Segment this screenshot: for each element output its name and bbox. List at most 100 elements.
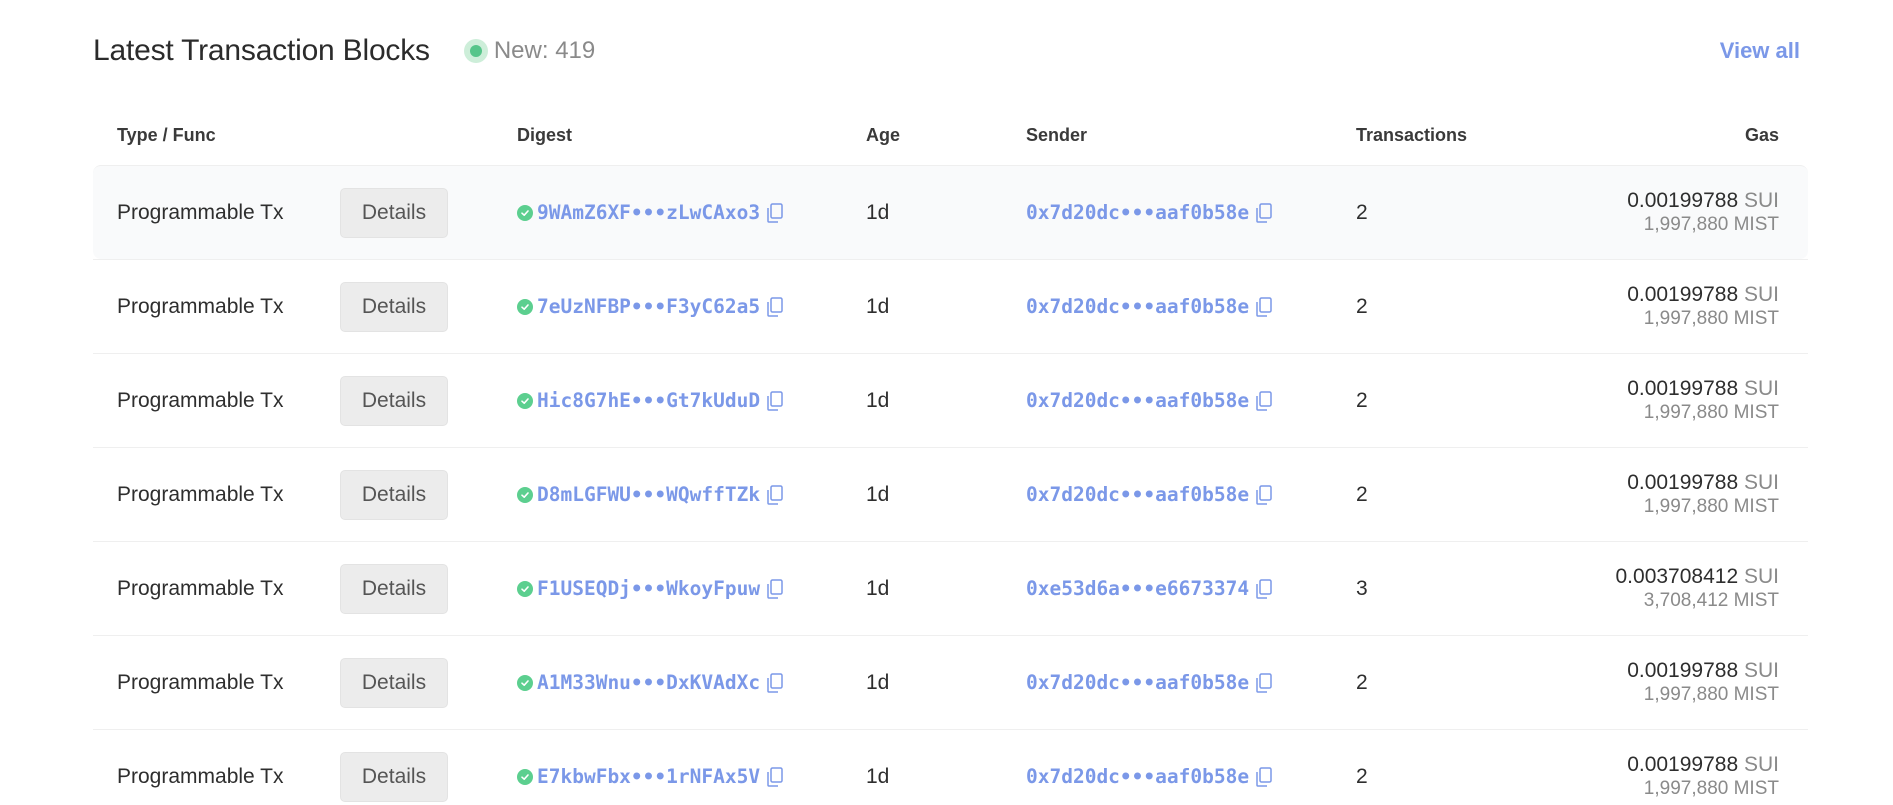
check-circle-icon [517,674,533,691]
digest-link[interactable]: 9WAmZ6XF•••zLwCAxo3 [537,201,760,224]
sender-link[interactable]: 0x7d20dc•••aaf0b58e [1026,295,1249,318]
check-circle-icon [517,486,533,503]
details-cell: Details [340,469,517,520]
gas-sui-value: 0.00199788 [1627,376,1739,400]
transaction-blocks-page: Latest Transaction Blocks New: 419 View … [0,0,1893,805]
gas-sui: 0.00199788 SUI [1556,659,1779,683]
details-button[interactable]: Details [340,187,448,238]
tx-type: Programmable Tx [117,294,284,318]
copy-icon[interactable] [766,296,784,317]
section-title: Latest Transaction Blocks [93,34,430,67]
digest-link[interactable]: F1USEQDj•••WkoyFpuw [537,577,760,600]
transactions-table: Type / Func Digest Age Sender Transactio… [93,105,1808,805]
digest-cell: Hic8G7hE•••Gt7kUduD [517,389,866,412]
gas-unit: SUI [1743,564,1779,588]
copy-icon[interactable] [1255,296,1273,317]
transactions-count: 2 [1356,388,1368,412]
copy-icon[interactable] [766,672,784,693]
gas-unit: SUI [1743,470,1779,494]
gas-unit: SUI [1743,188,1779,212]
digest-link[interactable]: E7kbwFbx•••1rNFAx5V [537,765,760,788]
table-row: Programmable Tx Details A1M33Wnu•••DxKVA… [93,635,1808,729]
age: 1d [866,388,890,412]
details-cell: Details [340,751,517,802]
age: 1d [866,294,890,318]
copy-icon[interactable] [766,484,784,505]
details-cell: Details [340,563,517,614]
details-button[interactable]: Details [340,469,448,520]
gas-sui-value: 0.00199788 [1627,658,1739,682]
sender-link[interactable]: 0xe53d6a•••e6673374 [1026,577,1249,600]
details-cell: Details [340,657,517,708]
column-header-gas: Gas [1744,124,1779,145]
gas-mist: 1,997,880 MIST [1643,683,1779,705]
sender-link[interactable]: 0x7d20dc•••aaf0b58e [1026,765,1249,788]
age: 1d [866,764,890,788]
digest-link[interactable]: D8mLGFWU•••WQwffTZk [537,483,760,506]
age: 1d [866,482,890,506]
gas-sui: 0.00199788 SUI [1556,283,1779,307]
gas-cell: 0.003708412 SUI 3,708,412 MIST [1556,565,1808,613]
table-row: Programmable Tx Details 7eUzNFBP•••F3yC6… [93,259,1808,353]
gas-cell: 0.00199788 SUI 1,997,880 MIST [1556,753,1808,801]
tx-type: Programmable Tx [117,200,284,224]
gas-unit: SUI [1743,376,1779,400]
column-header-age: Age [866,124,901,145]
tx-type: Programmable Tx [117,764,284,788]
table-body: Programmable Tx Details 9WAmZ6XF•••zLwCA… [93,165,1808,805]
copy-icon[interactable] [766,202,784,223]
new-count-badge: New: 419 [463,37,595,65]
table-row: Programmable Tx Details E7kbwFbx•••1rNFA… [93,729,1808,805]
table-header: Type / Func Digest Age Sender Transactio… [93,105,1808,165]
sender-link[interactable]: 0x7d20dc•••aaf0b58e [1026,483,1249,506]
gas-unit: SUI [1743,282,1779,306]
copy-icon[interactable] [1255,484,1273,505]
sender-link[interactable]: 0x7d20dc•••aaf0b58e [1026,671,1249,694]
gas-mist: 1,997,880 MIST [1643,401,1779,423]
gas-mist: 1,997,880 MIST [1643,777,1779,799]
gas-sui: 0.00199788 SUI [1556,189,1779,213]
details-cell: Details [340,281,517,332]
digest-link[interactable]: A1M33Wnu•••DxKVAdXc [537,671,760,694]
digest-link[interactable]: 7eUzNFBP•••F3yC62a5 [537,295,760,318]
age: 1d [866,200,890,224]
column-header-transactions: Transactions [1356,124,1468,145]
copy-icon[interactable] [1255,202,1273,223]
details-button[interactable]: Details [340,563,448,614]
copy-icon[interactable] [1255,766,1273,787]
check-circle-icon [517,392,533,409]
transactions-count: 2 [1356,200,1368,224]
gas-unit: SUI [1743,658,1779,682]
section-header: Latest Transaction Blocks New: 419 View … [93,28,1800,74]
details-button[interactable]: Details [340,751,448,802]
age: 1d [866,576,890,600]
age: 1d [866,670,890,694]
gas-sui: 0.00199788 SUI [1556,377,1779,401]
sender-link[interactable]: 0x7d20dc•••aaf0b58e [1026,389,1249,412]
column-header-type: Type / Func [117,124,216,145]
gas-mist: 1,997,880 MIST [1643,307,1779,329]
gas-cell: 0.00199788 SUI 1,997,880 MIST [1556,471,1808,519]
copy-icon[interactable] [766,766,784,787]
details-button[interactable]: Details [340,375,448,426]
gas-sui-value: 0.00199788 [1627,470,1739,494]
details-button[interactable]: Details [340,281,448,332]
digest-cell: E7kbwFbx•••1rNFAx5V [517,765,866,788]
check-circle-icon [517,768,533,785]
sender-link[interactable]: 0x7d20dc•••aaf0b58e [1026,201,1249,224]
digest-link[interactable]: Hic8G7hE•••Gt7kUduD [537,389,760,412]
sender-cell: 0x7d20dc•••aaf0b58e [1026,483,1356,506]
sender-cell: 0x7d20dc•••aaf0b58e [1026,671,1356,694]
table-row: Programmable Tx Details D8mLGFWU•••WQwff… [93,447,1808,541]
view-all-link[interactable]: View all [1720,38,1800,64]
copy-icon[interactable] [766,390,784,411]
copy-icon[interactable] [1255,672,1273,693]
transactions-count: 2 [1356,670,1368,694]
transactions-count: 2 [1356,764,1368,788]
copy-icon[interactable] [1255,390,1273,411]
copy-icon[interactable] [1255,578,1273,599]
gas-cell: 0.00199788 SUI 1,997,880 MIST [1556,189,1808,237]
tx-type: Programmable Tx [117,482,284,506]
copy-icon[interactable] [766,578,784,599]
details-button[interactable]: Details [340,657,448,708]
